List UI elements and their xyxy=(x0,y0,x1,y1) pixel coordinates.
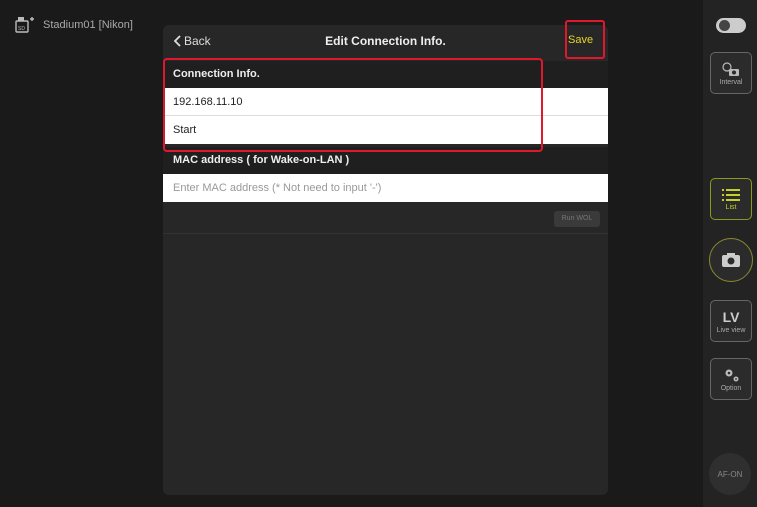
dialog-title: Edit Connection Info. xyxy=(325,34,446,48)
run-wol-button[interactable]: Run WOL xyxy=(554,211,600,227)
list-label: List xyxy=(725,203,737,211)
shutter-button[interactable] xyxy=(709,238,753,282)
camera-connection-icon: SD xyxy=(15,17,34,33)
interval-label: Interval xyxy=(719,78,743,86)
mac-address-placeholder: Enter MAC address (* Not need to input '… xyxy=(173,182,382,194)
live-view-label: Live view xyxy=(716,326,746,334)
camera-name: Stadium01 [Nikon] xyxy=(43,19,133,31)
camera-indicator: SD Stadium01 [Nikon] xyxy=(15,16,133,34)
af-on-button[interactable]: AF-ON xyxy=(709,453,751,495)
mac-address-input[interactable]: Enter MAC address (* Not need to input '… xyxy=(163,174,608,202)
dialog-header: Back Edit Connection Info. Save xyxy=(163,25,608,57)
option-label: Option xyxy=(720,384,742,392)
right-toolbar: Interval List LV Live view Option AF-ON xyxy=(703,0,757,507)
option-button[interactable]: Option xyxy=(710,358,752,400)
lv-label: LV xyxy=(722,308,740,325)
mode-toggle[interactable] xyxy=(716,18,746,33)
list-button[interactable]: List xyxy=(710,178,752,220)
interval-button[interactable]: Interval xyxy=(710,52,752,94)
gear-icon xyxy=(725,369,739,381)
svg-text:SD: SD xyxy=(18,26,25,32)
connection-info-highlight xyxy=(163,58,543,152)
mac-address-title: MAC address ( for Wake-on-LAN ) xyxy=(173,154,350,166)
camera-icon xyxy=(722,253,740,267)
list-icon xyxy=(722,188,740,201)
interval-timer-icon xyxy=(722,61,739,76)
live-view-button[interactable]: LV Live view xyxy=(710,300,752,342)
save-button-highlight xyxy=(565,20,605,59)
section-divider xyxy=(163,233,608,234)
